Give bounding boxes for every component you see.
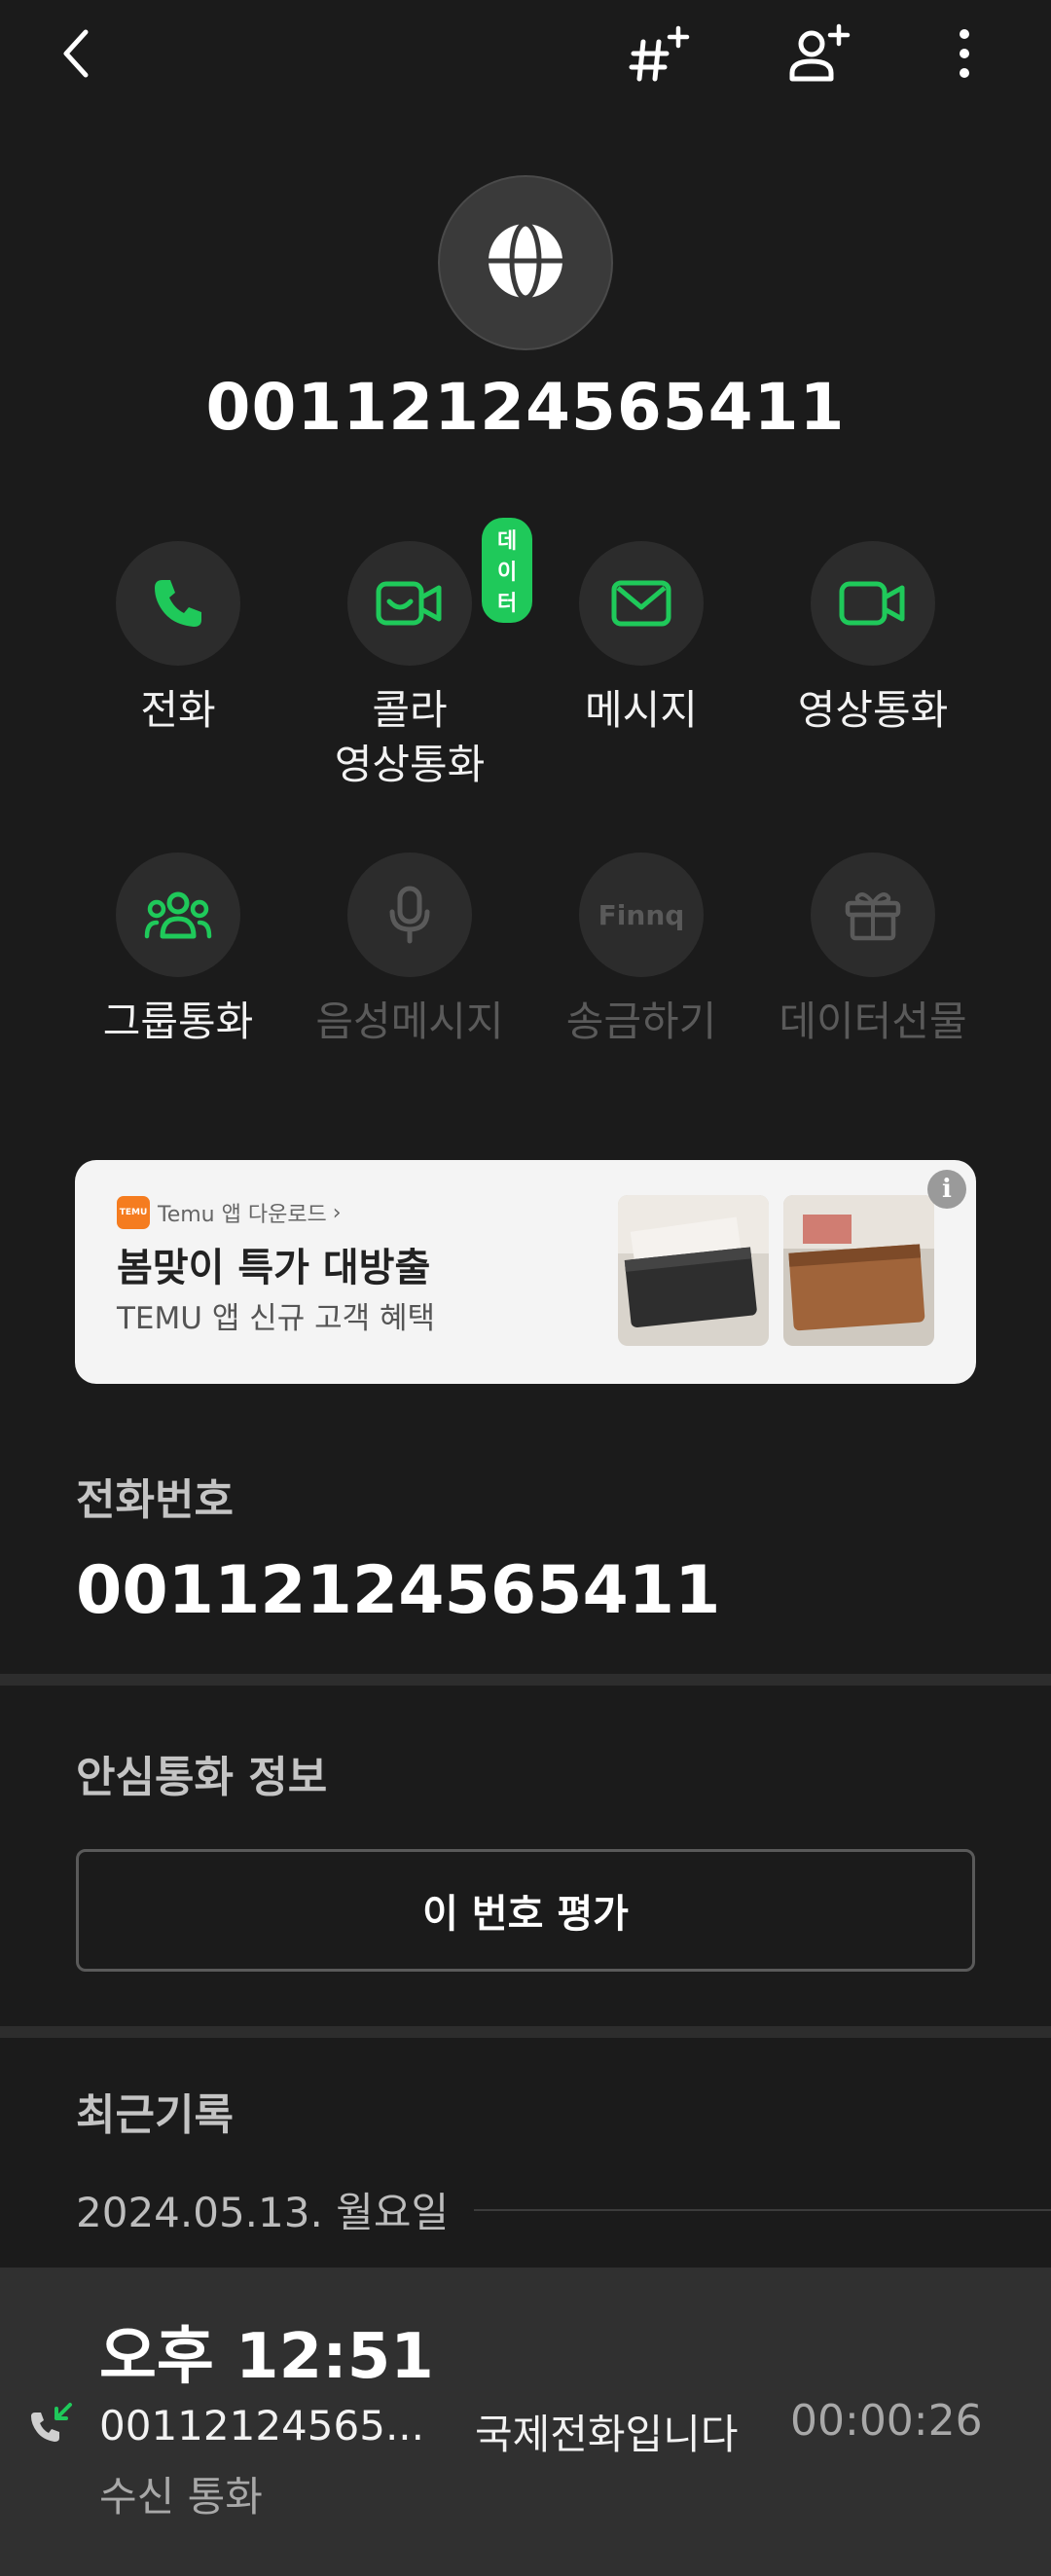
group-icon (116, 853, 240, 977)
ad-product-image-brown-wallet (783, 1195, 934, 1346)
phone-number-value[interactable]: 00112124565411 (76, 1552, 720, 1629)
top-app-bar (0, 0, 1051, 107)
globe-icon (485, 220, 566, 306)
action-label: 그룹통화 (102, 998, 254, 1045)
ad-headline: 봄맞이 특가 대방출 (117, 1246, 431, 1290)
history-date: 2024.05.13. 월요일 (76, 2189, 450, 2236)
contact-avatar (438, 175, 613, 350)
message-icon (579, 541, 704, 666)
phone-icon (116, 541, 240, 666)
action-call[interactable]: 전화 (71, 541, 285, 738)
action-video-call[interactable]: 영상통화 (766, 541, 980, 738)
video-camera-icon (811, 541, 935, 666)
person-plus-icon[interactable] (786, 19, 854, 88)
incoming-call-icon (27, 2399, 76, 2448)
ad-brand-text: Temu 앱 다운로드 (158, 1203, 327, 1227)
section-divider (0, 2026, 1051, 2038)
rate-number-button[interactable]: 이 번호 평가 (76, 1849, 975, 1972)
ad-subtext: TEMU 앱 신규 고객 혜택 (117, 1301, 436, 1336)
action-label: 메시지 (585, 686, 698, 734)
action-label: 콜라 영상통화 (303, 683, 517, 792)
call-note: 국제전화입니다 (475, 2411, 739, 2458)
date-divider-line (474, 2209, 1051, 2211)
finnq-icon-text: Finnq (598, 898, 685, 931)
call-type: 수신 통화 (99, 2473, 263, 2521)
back-icon[interactable] (42, 19, 110, 88)
call-time: 오후 12:51 (99, 2321, 434, 2393)
video-chat-icon: 데이터 (347, 518, 533, 666)
action-data-gift[interactable]: 데이터선물 (766, 853, 980, 1049)
action-label: 송금하기 (565, 998, 717, 1045)
section-divider (0, 1674, 1051, 1686)
action-voice-message[interactable]: 음성메시지 (303, 853, 517, 1049)
action-label-line1: 콜라 (372, 686, 448, 734)
more-vertical-icon[interactable] (930, 19, 998, 88)
microphone-icon (347, 853, 472, 977)
ad-info-icon[interactable]: i (927, 1170, 966, 1209)
call-duration: 00:00:26 (790, 2396, 983, 2446)
action-label: 데이터선물 (779, 998, 967, 1045)
contact-number-title: 00112124565411 (205, 370, 846, 445)
action-label: 전화 (140, 686, 216, 734)
data-badge: 데이터 (482, 518, 533, 623)
chevron-right-icon: › (332, 1200, 342, 1225)
action-send-money[interactable]: Finnq 송금하기 (534, 853, 748, 1049)
call-log-item[interactable]: 오후 12:51 00112124565... 국제전화입니다 00:00:26… (0, 2268, 1051, 2576)
gift-icon (811, 853, 935, 977)
recent-history-label: 최근기록 (76, 2090, 234, 2140)
ad-brand-row[interactable]: TEMU Temu 앱 다운로드 › (117, 1196, 342, 1229)
temu-logo: TEMU (117, 1196, 150, 1229)
hash-plus-icon[interactable] (628, 19, 696, 88)
ad-banner[interactable]: TEMU Temu 앱 다운로드 › 봄맞이 특가 대방출 TEMU 앱 신규 … (75, 1160, 976, 1384)
action-label-line2: 영상통화 (334, 741, 486, 788)
action-cola-video-call[interactable]: 데이터 콜라 영상통화 (303, 518, 533, 792)
phone-number-section-label: 전화번호 (76, 1475, 234, 1525)
safe-call-section-label: 안심통화 정보 (76, 1753, 328, 1802)
action-label: 음성메시지 (315, 998, 504, 1045)
action-message[interactable]: 메시지 (534, 541, 748, 738)
action-group-call[interactable]: 그룹통화 (71, 853, 285, 1049)
call-number: 00112124565... (99, 2402, 424, 2449)
ad-product-image-black-wallet (618, 1195, 769, 1346)
finnq-icon: Finnq (579, 853, 704, 977)
action-label: 영상통화 (797, 686, 949, 734)
